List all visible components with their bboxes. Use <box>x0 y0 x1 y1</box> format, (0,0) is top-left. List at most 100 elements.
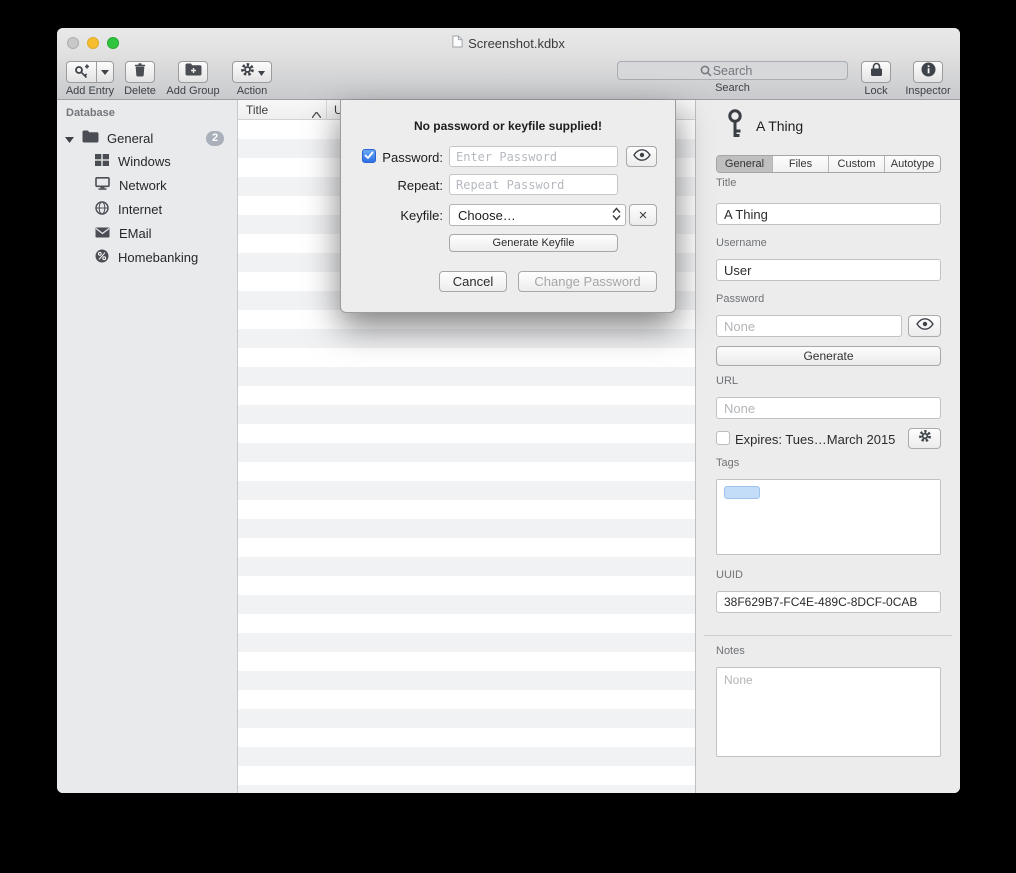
key-plus-icon <box>67 62 96 82</box>
search-input[interactable] <box>617 61 848 80</box>
keyfile-popup-value: Choose… <box>458 208 612 223</box>
chevron-down-icon[interactable] <box>96 62 113 82</box>
network-icon <box>95 177 110 193</box>
inspector-label: Inspector <box>905 85 950 97</box>
action-button[interactable] <box>232 61 272 83</box>
column-divider[interactable] <box>326 100 327 120</box>
stepper-icon <box>612 207 621 224</box>
column-header-title[interactable]: Title <box>246 100 268 120</box>
lock-icon <box>870 62 883 82</box>
windows-icon <box>95 154 109 169</box>
tab-autotype[interactable]: Autotype <box>884 156 940 172</box>
chevron-down-icon <box>258 63 265 81</box>
add-group-button[interactable] <box>178 61 208 83</box>
tab-files[interactable]: Files <box>772 156 828 172</box>
trash-icon <box>133 62 147 82</box>
entry-title: A Thing <box>756 118 803 134</box>
disclosure-triangle-icon[interactable] <box>65 131 74 146</box>
delete-label: Delete <box>124 85 156 97</box>
sidebar-item-email[interactable]: EMail <box>57 222 237 244</box>
gear-icon <box>918 429 932 448</box>
sidebar-item-general[interactable]: General 2 <box>57 127 237 149</box>
sidebar-item-label: Windows <box>118 154 171 169</box>
expires-checkbox[interactable] <box>716 431 730 445</box>
toolbar: Add Entry Delete Add Group <box>57 58 960 100</box>
title-field-label: Title <box>716 177 736 189</box>
password-input[interactable] <box>449 146 618 167</box>
sidebar-item-network[interactable]: Network <box>57 174 237 196</box>
sidebar-item-homebanking[interactable]: Homebanking <box>57 246 237 268</box>
url-field[interactable] <box>716 397 941 419</box>
add-entry-label: Add Entry <box>66 85 114 97</box>
change-password-sheet: No password or keyfile supplied! Passwor… <box>340 100 676 313</box>
password-field[interactable] <box>716 315 902 337</box>
expires-label: Expires: Tues…March 2015 <box>735 432 895 447</box>
tab-general[interactable]: General <box>717 156 772 172</box>
lock-label: Lock <box>864 85 887 97</box>
keyfile-popup-button[interactable]: Choose… <box>449 204 626 226</box>
key-icon <box>722 108 748 145</box>
sort-ascending-icon <box>312 107 321 121</box>
cancel-button[interactable]: Cancel <box>439 271 507 292</box>
folder-icon <box>82 130 99 146</box>
delete-button[interactable] <box>125 61 155 83</box>
gear-icon <box>240 62 255 82</box>
document-icon <box>452 35 463 51</box>
tags-box[interactable] <box>716 479 941 555</box>
info-icon <box>921 62 936 82</box>
entry-count-badge: 2 <box>206 131 224 146</box>
checkmark-icon <box>364 147 374 165</box>
coin-percent-icon <box>95 249 109 266</box>
sidebar-item-internet[interactable]: Internet <box>57 198 237 220</box>
sidebar-item-label: Internet <box>118 202 162 217</box>
globe-icon <box>95 201 109 218</box>
eye-icon <box>633 148 651 166</box>
generate-keyfile-button[interactable]: Generate Keyfile <box>449 234 618 252</box>
desktop-background: Screenshot.kdbx Add Entry <box>0 0 1016 873</box>
email-icon <box>95 226 110 241</box>
tab-custom[interactable]: Custom <box>828 156 884 172</box>
divider <box>704 635 952 636</box>
change-password-button[interactable]: Change Password <box>518 271 657 292</box>
sidebar-section-header: Database <box>66 107 115 119</box>
eye-icon <box>916 317 934 335</box>
sidebar-item-label: Network <box>119 178 167 193</box>
clear-icon: × <box>639 208 648 223</box>
url-field-label: URL <box>716 375 738 387</box>
tag-chip[interactable] <box>724 486 760 499</box>
reveal-password-button[interactable] <box>908 315 941 337</box>
tags-field-label: Tags <box>716 457 739 469</box>
lock-button[interactable] <box>861 61 891 83</box>
title-field[interactable] <box>716 203 941 225</box>
folder-plus-icon <box>185 63 202 81</box>
username-field-label: Username <box>716 237 767 249</box>
keyfile-label: Keyfile: <box>379 208 443 223</box>
expires-settings-button[interactable] <box>908 428 941 449</box>
uuid-field[interactable] <box>716 591 941 613</box>
password-checkbox[interactable] <box>362 149 376 163</box>
search-label: Search <box>715 82 750 94</box>
notes-field[interactable] <box>716 667 941 757</box>
window-title: Screenshot.kdbx <box>468 36 565 51</box>
reveal-password-button[interactable] <box>626 146 657 167</box>
sidebar-item-label: Homebanking <box>118 250 198 265</box>
app-window: Screenshot.kdbx Add Entry <box>57 28 960 793</box>
add-group-label: Add Group <box>166 85 219 97</box>
action-label: Action <box>237 85 268 97</box>
inspector-panel: A Thing General Files Custom Autotype Ti… <box>695 100 960 793</box>
add-entry-button[interactable] <box>66 61 114 83</box>
inspector-button[interactable] <box>913 61 943 83</box>
sidebar-item-windows[interactable]: Windows <box>57 150 237 172</box>
generate-password-button[interactable]: Generate <box>716 346 941 366</box>
notes-field-label: Notes <box>716 645 745 657</box>
username-field[interactable] <box>716 259 941 281</box>
repeat-password-input[interactable] <box>449 174 618 195</box>
clear-keyfile-button[interactable]: × <box>629 204 657 226</box>
repeat-label: Repeat: <box>379 178 443 193</box>
sidebar-item-label: EMail <box>119 226 152 241</box>
uuid-field-label: UUID <box>716 569 743 581</box>
title-bar[interactable]: Screenshot.kdbx <box>57 28 960 58</box>
password-label: Password: <box>379 150 443 165</box>
sheet-message: No password or keyfile supplied! <box>341 119 675 133</box>
sidebar: Database General 2 Windows <box>57 100 237 793</box>
